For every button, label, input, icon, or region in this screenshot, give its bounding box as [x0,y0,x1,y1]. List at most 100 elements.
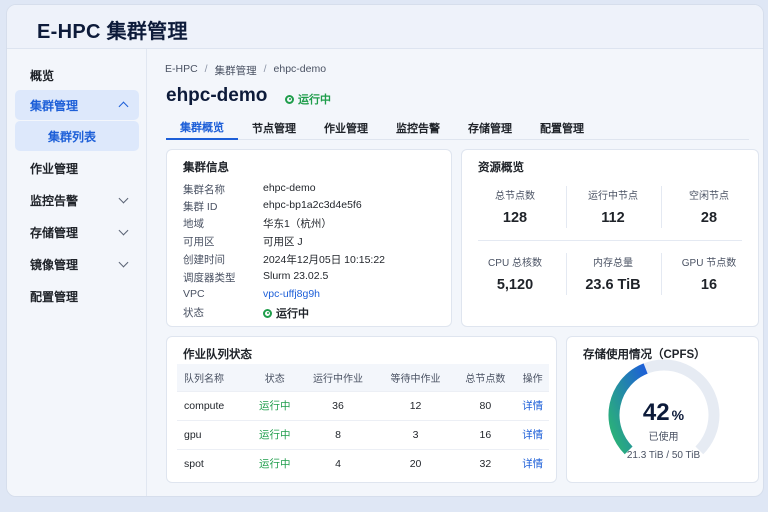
running-status-icon [285,94,294,104]
info-key: 集群名称 [183,184,225,196]
sidebar-item-label: 存储管理 [30,225,79,240]
metric-running-nodes: 运行中节点 112 [564,187,662,226]
table-row: compute 运行中 36 12 80 详情 [177,390,549,420]
sidebar-item-label: 镜像管理 [30,257,79,272]
queue-status-card: 作业队列状态 队列名称 状态 运行中作业 等待中作业 总节点数 操作 compu… [166,336,557,483]
metric-total-memory: 内存总量 23.6 TiB [564,254,662,293]
pending-jobs: 20 [376,448,455,478]
sidebar-item-cluster-management[interactable]: 集群管理 [15,90,139,120]
info-key: 状态 [183,307,204,319]
sidebar-item-overview[interactable]: 概览 [15,60,139,90]
info-row: 可用区 可用区 J [183,234,303,249]
sidebar-item-job-management[interactable]: 作业管理 [15,153,139,183]
column-header: 等待中作业 [376,364,455,391]
queue-name: spot [177,448,251,478]
metric-label: GPU 节点数 [681,258,737,269]
tab-job-management[interactable]: 作业管理 [310,115,382,140]
details-link[interactable]: 详情 [516,390,549,420]
metric-label: 内存总量 [593,258,633,269]
tab-monitoring[interactable]: 监控告警 [382,115,454,140]
metric-value: 28 [700,210,718,226]
page-title: ehpc-demo [166,85,268,106]
running-jobs: 4 [299,448,377,478]
status-text: 运行中 [298,94,331,106]
info-value: ehpc-demo [263,182,316,194]
metric-total-nodes: 总节点数 128 [466,187,564,226]
info-row: 创建时间 2024年12月05日 10:15:22 [183,252,385,267]
app-window: E-HPC 集群管理 概览 集群管理 集群列表 作业管理 监控告警 存储管理 镜… [6,4,764,497]
breadcrumb-current: ehpc-demo [273,63,327,75]
breadcrumb-separator: / [204,63,208,75]
column-header: 总节点数 [454,364,517,391]
divider [661,253,662,295]
info-key: VPC [183,288,205,300]
running-status-icon [263,308,272,318]
sidebar-item-label: 集群管理 [30,98,79,113]
usage-label: 已使用 [648,432,679,443]
sidebar-item-label: 监控告警 [30,193,79,208]
info-value: 华东1（杭州） [263,218,332,230]
tab-configuration[interactable]: 配置管理 [526,115,598,140]
sidebar-item-storage[interactable]: 存储管理 [15,217,139,247]
sidebar-item-label: 集群列表 [48,129,97,144]
info-key: 地域 [183,218,204,230]
metric-gpu-nodes: GPU 节点数 16 [660,254,758,293]
table-row: spot 运行中 4 20 32 详情 [177,448,549,478]
info-key: 创建时间 [183,254,225,266]
table-header-row: 队列名称 状态 运行中作业 等待中作业 总节点数 操作 [177,364,549,391]
resource-overview-card: 资源概览 总节点数 128 运行中节点 112 空闲节点 28 CPU 总核数 … [461,149,759,327]
info-row: 集群名称 ehpc-demo [183,182,316,197]
column-header: 队列名称 [177,364,251,391]
queue-name: gpu [177,419,251,449]
metric-value: 5,120 [496,277,534,293]
storage-usage-card: 存储使用情况（CPFS） 42% 已使用 21.3 TiB / 50 TiB [566,336,759,483]
metric-value: 112 [601,210,625,226]
breadcrumb-link-cluster-management[interactable]: 集群管理 [215,63,257,78]
metric-label: CPU 总核数 [488,258,542,269]
metric-value: 23.6 TiB [585,277,641,293]
chevron-up-icon [118,101,129,112]
running-jobs: 36 [299,390,377,420]
info-value: 2024年12月05日 10:15:22 [263,254,386,266]
info-row: 状态 运行中 [183,305,309,321]
pending-jobs: 12 [376,390,455,420]
total-nodes: 16 [454,419,517,449]
usage-percent-value: 42 [642,399,670,426]
card-title: 作业队列状态 [183,349,252,361]
sidebar-item-label: 概览 [30,68,55,83]
cluster-info-card: 集群信息 集群名称 ehpc-demo 集群 ID ehpc-bp1a2c3d4… [166,149,452,327]
sidebar: 概览 集群管理 集群列表 作业管理 监控告警 存储管理 镜像管理 配置管理 [7,49,147,496]
tab-cluster-overview[interactable]: 集群概览 [166,115,238,140]
breadcrumb-link-ehpc[interactable]: E-HPC [165,63,198,78]
info-value: 可用区 J [263,236,303,248]
app-title: E-HPC 集群管理 [37,21,188,43]
details-link[interactable]: 详情 [516,448,549,478]
divider [566,253,567,295]
divider [566,186,567,228]
info-key: 集群 ID [183,201,218,213]
queue-status: 运行中 [250,448,300,478]
sidebar-item-monitoring[interactable]: 监控告警 [15,185,139,215]
vpc-link[interactable]: vpc-uffj8g9h [263,288,320,300]
chevron-down-icon [118,193,129,203]
info-key: 调度器类型 [183,272,236,284]
metric-label: 运行中节点 [588,191,638,202]
status-badge: 运行中 [263,305,309,321]
sidebar-item-cluster-list[interactable]: 集群列表 [15,121,139,151]
tab-node-management[interactable]: 节点管理 [238,115,310,140]
breadcrumb: E-HPC / 集群管理 / ehpc-demo [165,63,326,78]
sidebar-item-images[interactable]: 镜像管理 [15,249,139,279]
column-header: 运行中作业 [299,364,377,391]
tab-storage[interactable]: 存储管理 [454,115,526,140]
queue-name: compute [177,390,251,420]
main-content: E-HPC / 集群管理 / ehpc-demo ehpc-demo 运行中 集… [148,49,763,496]
sidebar-item-configuration[interactable]: 配置管理 [15,281,139,311]
total-nodes: 32 [454,448,517,478]
card-title: 集群信息 [183,162,229,174]
info-row: 集群 ID ehpc-bp1a2c3d4e5f6 [183,199,362,214]
details-link[interactable]: 详情 [516,419,549,449]
chevron-down-icon [118,257,129,267]
sidebar-item-label: 配置管理 [30,289,79,304]
info-key: 可用区 [183,236,215,248]
metric-value: 16 [700,277,718,293]
